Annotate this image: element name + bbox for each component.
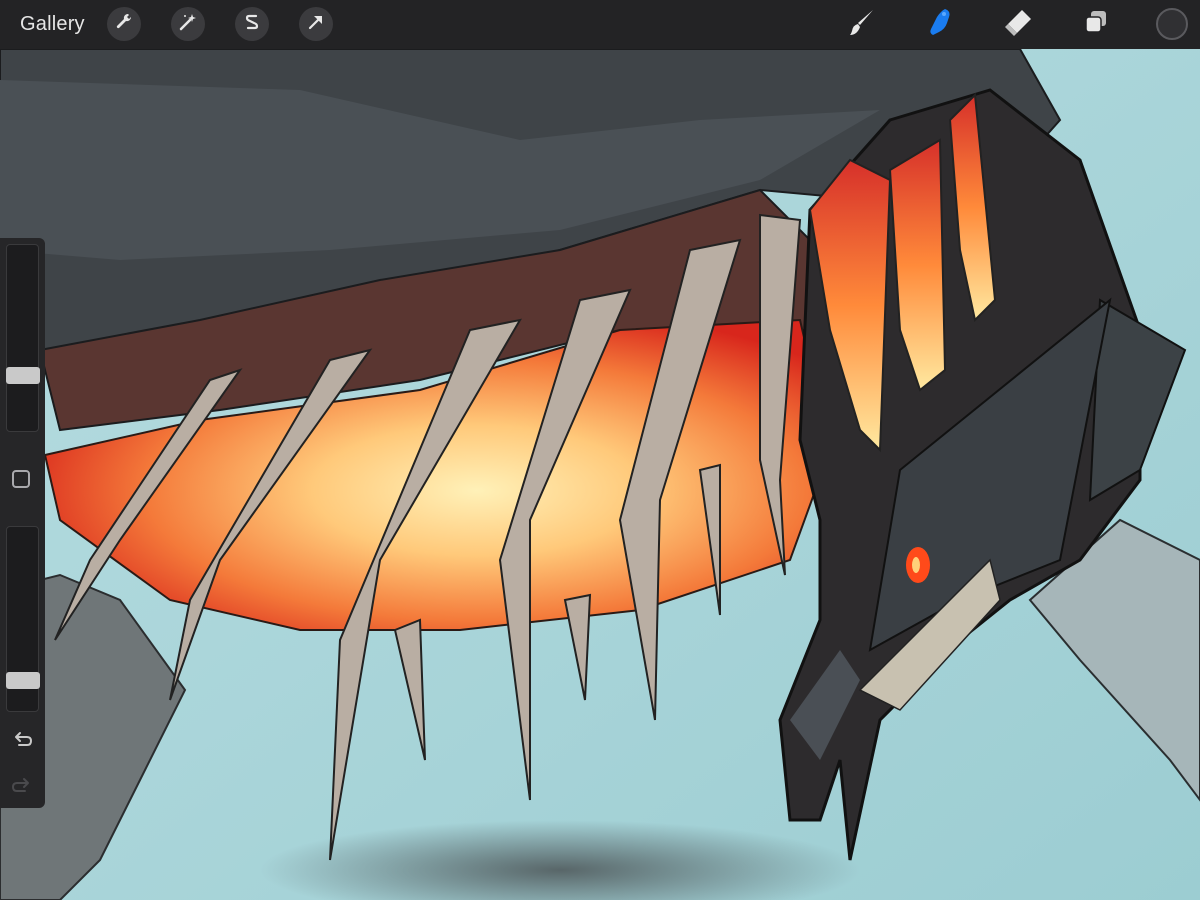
- artwork-canvas[interactable]: [0, 0, 1200, 900]
- gallery-button[interactable]: Gallery: [20, 12, 85, 36]
- wrench-icon: [114, 12, 134, 37]
- brush-size-slider[interactable]: [6, 244, 40, 432]
- layers-button[interactable]: [1080, 8, 1112, 40]
- top-toolbar: Gallery: [0, 0, 1200, 49]
- adjustments-button[interactable]: [171, 7, 205, 41]
- eraser-icon: [1003, 7, 1033, 42]
- opacity-slider-thumb[interactable]: [6, 672, 40, 689]
- smudge-button[interactable]: [924, 8, 956, 40]
- left-sidebar: [0, 238, 45, 808]
- selection-button[interactable]: [235, 7, 269, 41]
- arrow-cursor-icon: [306, 12, 326, 37]
- actions-button[interactable]: [107, 7, 141, 41]
- redo-icon: [11, 775, 33, 802]
- brush-size-slider-thumb[interactable]: [6, 367, 40, 384]
- color-picker-button[interactable]: [1156, 8, 1188, 40]
- modify-button[interactable]: [12, 470, 30, 488]
- layers-icon: [1082, 8, 1110, 41]
- magic-wand-icon: [178, 12, 198, 37]
- redo-button[interactable]: [8, 774, 36, 802]
- undo-button[interactable]: [8, 728, 36, 756]
- brush-button[interactable]: [846, 8, 878, 40]
- transform-button[interactable]: [299, 7, 333, 41]
- smudge-finger-icon: [925, 7, 955, 42]
- opacity-slider[interactable]: [6, 526, 40, 712]
- brush-icon: [847, 7, 877, 42]
- eraser-button[interactable]: [1002, 8, 1034, 40]
- undo-icon: [11, 729, 33, 756]
- selection-s-icon: [242, 12, 262, 37]
